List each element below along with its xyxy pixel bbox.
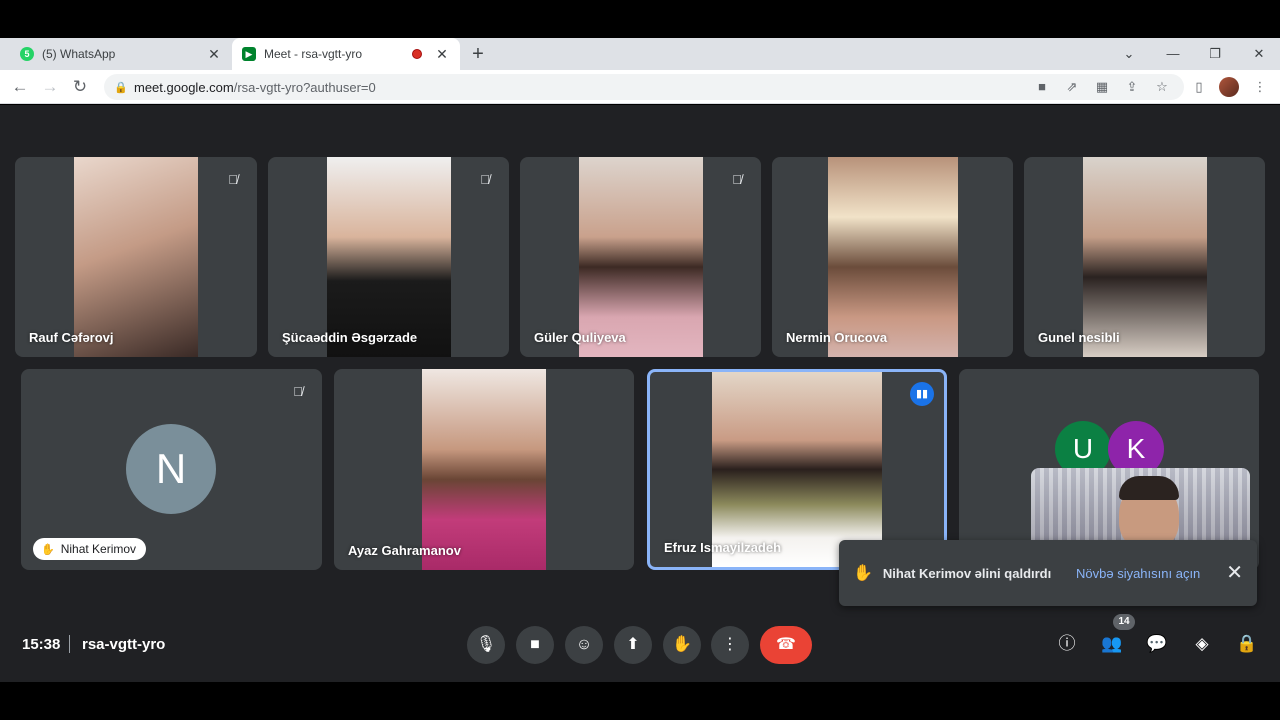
close-icon[interactable]: ✕ bbox=[1226, 563, 1243, 583]
participant-video bbox=[712, 372, 882, 567]
people-icon: 👥 bbox=[1101, 634, 1123, 653]
end-call-button[interactable]: ☎ bbox=[760, 626, 812, 664]
participant-name: Ayaz Gahramanov bbox=[348, 543, 461, 558]
url-host: meet.google.com bbox=[134, 79, 234, 95]
microphone-icon: 🎙 bbox=[475, 636, 497, 653]
participant-name: Güler Quliyeva bbox=[534, 330, 626, 345]
back-icon[interactable]: ← bbox=[7, 74, 33, 100]
raise-hand-icon: ✋ bbox=[672, 636, 692, 653]
avatar: N bbox=[126, 424, 216, 514]
participant-name: Efruz Ismayilzadeh bbox=[664, 540, 782, 555]
mic-off-icon: 🎙̸ bbox=[732, 172, 742, 187]
meet-stage: 🎙̸ Rauf Cəfərovj 🎙̸ Şücaəddin Əsgərzade … bbox=[0, 105, 1280, 682]
forward-icon[interactable]: → bbox=[37, 74, 63, 100]
participant-tile[interactable]: 🎙̸ Güler Quliyeva bbox=[520, 157, 761, 357]
self-view-hair bbox=[1119, 476, 1179, 500]
reload-icon[interactable]: ↻ bbox=[67, 74, 93, 100]
participant-tile[interactable]: Ayaz Gahramanov bbox=[334, 369, 634, 570]
raised-hand-chip: ✋ Nihat Kerimov bbox=[33, 538, 147, 560]
speaking-indicator-icon: ▮▮ bbox=[910, 382, 934, 406]
participant-video bbox=[327, 157, 451, 357]
participant-name: Rauf Cəfərovj bbox=[29, 330, 114, 345]
translate-icon[interactable]: ▦ bbox=[1091, 74, 1113, 100]
meet-icon: ▶ bbox=[242, 47, 256, 61]
activities-icon: ◈ bbox=[1195, 634, 1209, 653]
whatsapp-icon: 5 bbox=[20, 47, 34, 61]
participant-name: Nihat Kerimov bbox=[60, 542, 137, 556]
participant-tile[interactable]: 🎙̸ Rauf Cəfərovj bbox=[15, 157, 257, 357]
new-tab-button[interactable]: + bbox=[468, 38, 488, 70]
activities-button[interactable]: ◈ bbox=[1187, 629, 1217, 659]
letterbox-top bbox=[0, 0, 1280, 38]
self-view-video[interactable] bbox=[1031, 468, 1250, 540]
participant-name: Gunel nesibli bbox=[1038, 330, 1120, 345]
mic-off-icon: 🎙̸ bbox=[228, 172, 238, 187]
participant-video bbox=[579, 157, 703, 357]
browser-toolbar: ← → ↻ 🔒 meet.google.com/rsa-vgtt-yro?aut… bbox=[0, 70, 1280, 104]
tab-title: (5) WhatsApp bbox=[42, 47, 116, 61]
recording-icon bbox=[412, 49, 422, 59]
present-button[interactable]: ⬆ bbox=[614, 626, 652, 664]
tab-search-icon[interactable]: ⌄ bbox=[1114, 38, 1144, 70]
url-path: /rsa-vgtt-yro?authuser=0 bbox=[233, 79, 376, 95]
people-button[interactable]: 👥 bbox=[1097, 629, 1127, 659]
participant-name: Şücaəddin Əsgərzade bbox=[282, 330, 418, 345]
participant-count-badge: 14 bbox=[1113, 614, 1135, 630]
side-panel-icon[interactable]: ▯ bbox=[1188, 74, 1210, 100]
lock-person-icon: 🔒 bbox=[1236, 634, 1258, 653]
present-screen-icon: ⬆ bbox=[626, 636, 640, 653]
profile-avatar[interactable] bbox=[1219, 77, 1239, 97]
letterbox-bottom bbox=[0, 682, 1280, 720]
raise-hand-button[interactable]: ✋ bbox=[663, 626, 701, 664]
raised-hand-icon: ✋ bbox=[41, 543, 55, 556]
restore-icon[interactable]: ❐ bbox=[1200, 38, 1230, 70]
camera-button[interactable]: ■ bbox=[516, 626, 554, 664]
participant-tile[interactable]: N 🎙̸ ✋ Nihat Kerimov bbox=[21, 369, 322, 570]
more-options-button[interactable]: ⋮ bbox=[711, 626, 749, 664]
participant-video bbox=[828, 157, 958, 357]
chat-button[interactable]: 💬 bbox=[1142, 629, 1172, 659]
open-external-icon[interactable]: ⇗ bbox=[1061, 74, 1083, 100]
microphone-button[interactable]: 🎙 bbox=[467, 626, 505, 664]
participant-video bbox=[422, 369, 546, 570]
host-controls-button[interactable]: 🔒 bbox=[1232, 629, 1262, 659]
bookmark-star-icon[interactable]: ☆ bbox=[1151, 74, 1173, 100]
raised-hand-notification: ✋ Nihat Kerimov əlini qaldırdı Növbə siy… bbox=[839, 540, 1257, 606]
mic-off-icon: 🎙̸ bbox=[480, 172, 490, 187]
tab-title: Meet - rsa-vgtt-yro bbox=[264, 47, 363, 61]
camera-icon: ■ bbox=[530, 636, 540, 653]
tab-whatsapp[interactable]: 5 (5) WhatsApp ✕ bbox=[10, 38, 232, 70]
share-icon[interactable]: ⇪ bbox=[1121, 74, 1143, 100]
emoji-icon: ☺ bbox=[575, 636, 593, 653]
open-queue-link[interactable]: Növbə siyahısını açın bbox=[1076, 566, 1200, 581]
meeting-clock: 15:38 bbox=[22, 636, 61, 653]
minimize-icon[interactable]: — bbox=[1158, 38, 1188, 70]
tab-meet[interactable]: ▶ Meet - rsa-vgtt-yro ✕ bbox=[232, 38, 460, 70]
end-call-icon: ☎ bbox=[776, 636, 796, 653]
reactions-button[interactable]: ☺ bbox=[565, 626, 603, 664]
camera-icon[interactable]: ■ bbox=[1031, 74, 1053, 100]
participant-tile[interactable]: 🎙̸ Şücaəddin Əsgərzade bbox=[268, 157, 509, 357]
lock-icon: 🔒 bbox=[114, 82, 128, 94]
participant-video bbox=[1083, 157, 1207, 357]
meeting-info-button[interactable]: ⓘ bbox=[1052, 629, 1082, 659]
close-tab-icon[interactable]: ✕ bbox=[206, 46, 222, 62]
participant-video bbox=[74, 157, 198, 357]
info-icon: ⓘ bbox=[1058, 634, 1076, 653]
notification-message: Nihat Kerimov əlini qaldırdı bbox=[882, 565, 1052, 581]
participant-tile[interactable]: Nermin Orucova bbox=[772, 157, 1013, 357]
divider bbox=[69, 635, 70, 653]
address-bar[interactable]: 🔒 meet.google.com/rsa-vgtt-yro?authuser=… bbox=[104, 74, 1184, 100]
close-tab-icon[interactable]: ✕ bbox=[434, 46, 450, 62]
mic-off-icon: 🎙̸ bbox=[293, 384, 303, 399]
raised-hand-icon: ✋ bbox=[853, 565, 873, 582]
participant-name: Nermin Orucova bbox=[786, 330, 888, 345]
meeting-code: rsa-vgtt-yro bbox=[82, 636, 166, 653]
menu-kebab-icon[interactable]: ⋮ bbox=[1249, 74, 1271, 100]
more-vert-icon: ⋮ bbox=[722, 636, 738, 653]
chat-icon: 💬 bbox=[1146, 634, 1168, 653]
participant-tile[interactable]: Gunel nesibli bbox=[1024, 157, 1265, 357]
close-window-icon[interactable]: ✕ bbox=[1244, 38, 1274, 70]
